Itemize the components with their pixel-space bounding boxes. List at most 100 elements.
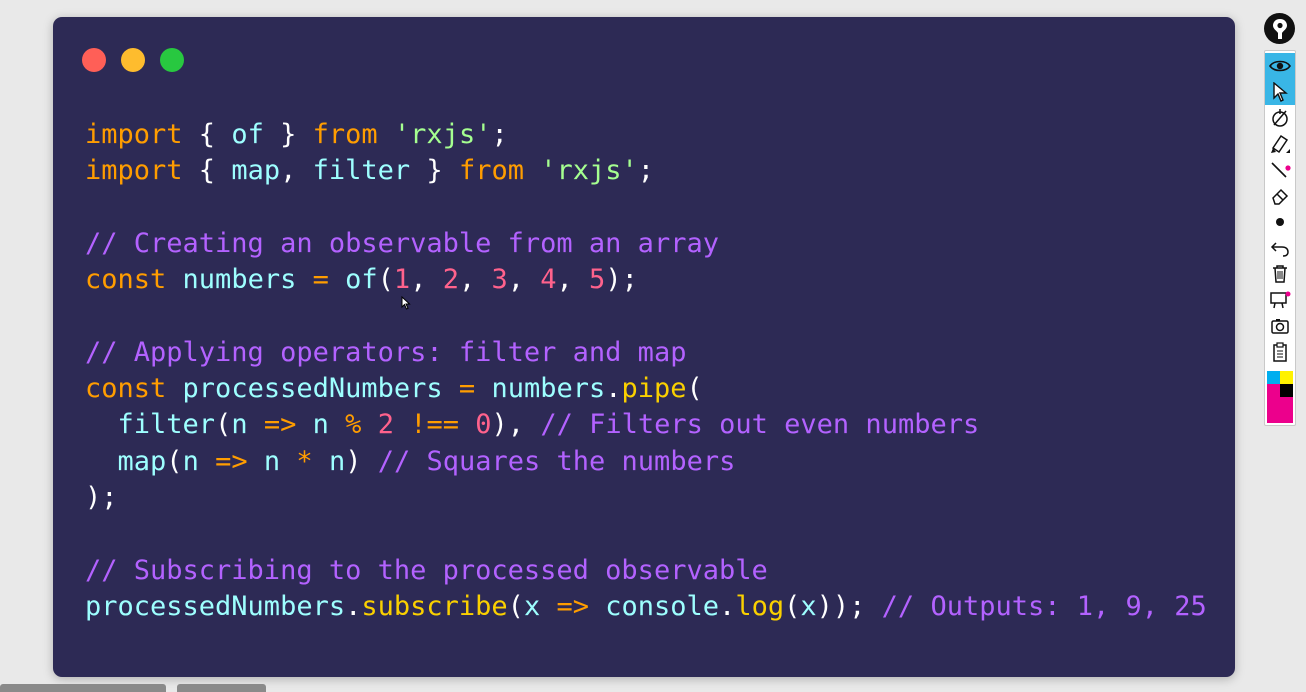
code-token-number: 2 [377, 409, 394, 441]
code-token-number: 1 [393, 264, 411, 296]
code-token-comment: // Filters out even numbers [540, 409, 980, 441]
code-token-identifier: of [345, 264, 378, 296]
code-line: // Applying operators: filter and map [85, 335, 1207, 371]
mouse-cursor-icon [401, 296, 411, 310]
code-token-punctuation: ( [377, 264, 394, 296]
maximize-button[interactable] [160, 48, 184, 72]
code-token-punctuation [85, 446, 118, 477]
code-token-operator: !== [410, 409, 460, 441]
color-swatch-magenta-lower[interactable] [1280, 397, 1293, 423]
code-token-punctuation: , [458, 264, 492, 296]
code-token-identifier: numbers [182, 264, 297, 296]
pen-off-icon[interactable] [1265, 105, 1295, 131]
eraser-icon[interactable] [1265, 183, 1295, 209]
code-token-operator: = [458, 373, 476, 405]
code-token-punctuation: } [410, 155, 459, 187]
code-token-identifier: x [800, 590, 817, 622]
code-line: processedNumbers.subscribe(x => console.… [85, 589, 1207, 625]
color-palette [1267, 371, 1293, 423]
code-token-keyword: const [85, 373, 167, 405]
code-token-punctuation: ( [784, 590, 801, 622]
code-token-punctuation: , [280, 155, 313, 187]
whiteboard-icon[interactable] [1265, 287, 1295, 313]
code-token-operator: = [312, 264, 329, 296]
code-token-punctuation: ) [345, 445, 378, 477]
code-token-comment: // Subscribing to the processed observab… [85, 554, 768, 586]
code-token-operator: % [345, 409, 362, 441]
minimize-button[interactable] [121, 48, 145, 72]
code-token-punctuation [313, 446, 329, 477]
code-token-identifier: n [182, 445, 199, 477]
code-token-punctuation [361, 409, 377, 440]
highlighter-icon[interactable] [1265, 131, 1295, 157]
code-token-punctuation: ( [166, 445, 183, 477]
code-token-punctuation [166, 264, 182, 295]
code-token-punctuation [378, 119, 394, 150]
code-token-identifier: n [312, 409, 329, 441]
code-token-operator: => [556, 590, 589, 622]
taskbar-tab[interactable] [0, 684, 166, 692]
code-token-punctuation [280, 446, 296, 477]
code-token-identifier: map [231, 155, 281, 187]
camera-icon[interactable] [1265, 313, 1295, 339]
code-token-punctuation: } [263, 119, 313, 150]
code-line: ); [85, 480, 1207, 516]
window-controls [82, 48, 184, 72]
color-swatch-yellow[interactable] [1280, 371, 1293, 384]
code-token-punctuation [85, 409, 118, 440]
code-token-punctuation: ; [491, 119, 508, 150]
color-swatch-magenta[interactable] [1267, 384, 1280, 423]
color-swatch-black[interactable] [1280, 384, 1293, 397]
trash-icon[interactable] [1265, 261, 1295, 287]
code-line: import { of } from 'rxjs'; [85, 117, 1207, 153]
code-token-keyword: from [458, 155, 524, 187]
code-token-punctuation [540, 591, 556, 622]
code-token-comment: // Squares the numbers [377, 445, 736, 477]
code-token-number: 2 [442, 264, 459, 296]
code-token-operator: => [215, 445, 248, 477]
code-token-punctuation: ( [686, 373, 703, 405]
code-token-punctuation: ( [215, 409, 232, 441]
taskbar-tab[interactable] [177, 684, 266, 692]
code-token-string: 'rxjs' [540, 155, 638, 187]
pointer-icon[interactable] [1265, 79, 1295, 105]
clipboard-icon[interactable] [1265, 339, 1295, 365]
code-line: map(n => n * n) // Squares the numbers [85, 444, 1207, 480]
code-token-punctuation: , [507, 264, 541, 296]
eye-icon[interactable] [1265, 53, 1295, 79]
code-line: const processedNumbers = numbers.pipe( [85, 371, 1207, 407]
code-token-punctuation [296, 409, 312, 440]
code-token-punctuation: , [410, 264, 443, 296]
code-token-punctuation [865, 591, 881, 622]
code-token-punctuation: ( [507, 590, 524, 622]
code-line: filter(n => n % 2 !== 0), // Filters out… [85, 407, 1207, 443]
code-token-keyword: from [312, 119, 378, 150]
code-token-punctuation [475, 373, 491, 404]
code-token-punctuation: . [719, 590, 736, 622]
dot-icon[interactable] [1265, 209, 1295, 235]
code-token-punctuation: ; [637, 155, 655, 187]
code-token-punctuation [199, 446, 215, 477]
code-window: import { of } from 'rxjs'; import { map, … [53, 17, 1235, 677]
code-token-identifier: processedNumbers [85, 590, 346, 622]
code-token-punctuation [524, 155, 540, 186]
code-token-punctuation [296, 264, 312, 295]
code-token-punctuation [443, 373, 459, 404]
code-token-keyword: import [85, 155, 183, 187]
code-token-operator: * [296, 445, 313, 477]
code-token-operator: => [263, 409, 297, 441]
close-button[interactable] [82, 48, 106, 72]
code-token-identifier: n [328, 445, 346, 477]
code-token-punctuation [394, 409, 410, 440]
color-swatch-cyan[interactable] [1267, 371, 1280, 384]
undo-icon[interactable] [1265, 235, 1295, 261]
line-icon[interactable] [1265, 157, 1295, 183]
pin-icon[interactable] [1264, 13, 1295, 44]
code-token-punctuation: { [182, 119, 232, 150]
code-line: // Subscribing to the processed observab… [85, 553, 1207, 589]
code-token-identifier: filter [312, 155, 411, 187]
code-token-identifier: n [263, 445, 281, 477]
code-line: import { map, filter } from 'rxjs'; [85, 153, 1207, 189]
